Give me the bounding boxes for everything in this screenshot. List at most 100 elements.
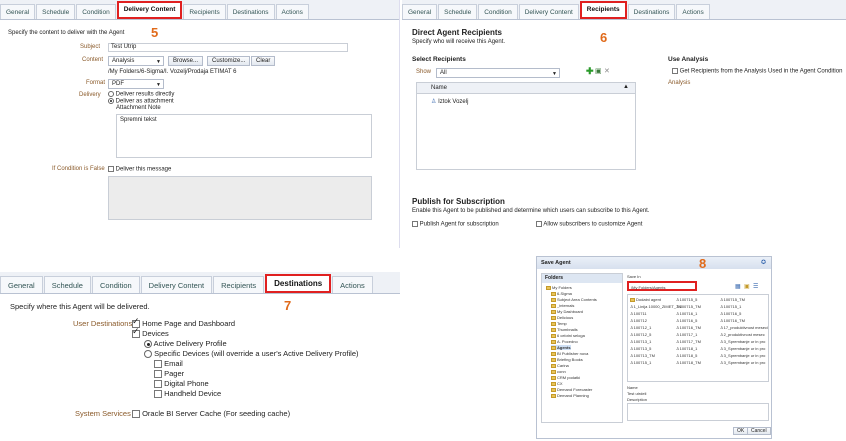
- tab-destinations[interactable]: Destinations: [226, 4, 275, 19]
- list-item[interactable]: ♙100716_TM: [676, 325, 701, 330]
- handheld-option[interactable]: Handheld Device: [154, 389, 221, 399]
- tab-actions[interactable]: Actions: [676, 4, 710, 19]
- tab-schedule[interactable]: Schedule: [36, 4, 76, 19]
- tab-general[interactable]: General: [402, 4, 438, 19]
- name-value[interactable]: Test utrdeli: [627, 391, 646, 396]
- description-textarea[interactable]: [627, 403, 769, 421]
- tab-recipients[interactable]: Recipients: [579, 1, 627, 19]
- format-select[interactable]: PDF ▼: [108, 79, 164, 89]
- digital-phone-option[interactable]: Digital Phone: [154, 379, 209, 389]
- tab-condition[interactable]: Condition: [91, 276, 140, 293]
- list-item[interactable]: ♙3_Sprembanje ur in pro: [720, 353, 765, 358]
- list-item[interactable]: ♙100718_1: [676, 346, 697, 351]
- list-item[interactable]: ♙100718_TM: [676, 360, 701, 365]
- deliver-message-option[interactable]: Deliver this message: [108, 166, 171, 173]
- tree-item[interactable]: _internals: [551, 303, 574, 308]
- list-item[interactable]: ♙17_produktivnost meseci: [720, 325, 768, 330]
- tree-item[interactable]: My Dashboard: [551, 309, 583, 314]
- radio-icon[interactable]: [108, 91, 114, 97]
- tree-item[interactable]: Briefing Books: [551, 357, 583, 362]
- devices-option[interactable]: Devices: [132, 326, 169, 339]
- ok-button[interactable]: OK: [733, 427, 749, 435]
- new-folder-icon[interactable]: ▣: [744, 283, 750, 290]
- remove-recipient-icon[interactable]: ✕: [604, 67, 610, 75]
- tab-general[interactable]: General: [0, 4, 36, 19]
- list-item[interactable]: ♙100717_TM: [676, 339, 701, 344]
- list-item[interactable]: ♙ Iztok Vozelj: [431, 98, 468, 105]
- tree-item[interactable]: BI Publisher nova: [551, 351, 588, 356]
- tree-item[interactable]: Temp: [551, 321, 567, 326]
- checkbox-icon[interactable]: [412, 221, 418, 227]
- list-item[interactable]: ♙3_Sprembanje ur in pro: [720, 346, 765, 351]
- checkbox-icon[interactable]: [154, 370, 162, 379]
- tree-item[interactable]: 6-Sigma: [551, 291, 572, 296]
- checkbox-icon[interactable]: [154, 360, 162, 369]
- list-item[interactable]: ♙100716_TM: [720, 318, 745, 323]
- list-view-icon[interactable]: ☰: [753, 283, 758, 290]
- list-item[interactable]: ♙100712: [630, 318, 647, 323]
- radio-icon[interactable]: [144, 350, 152, 359]
- tree-item[interactable]: Subject Area Contents: [551, 297, 597, 302]
- checkbox-icon[interactable]: [536, 221, 542, 227]
- show-select[interactable]: All ▼: [436, 68, 560, 78]
- radio-selected-icon[interactable]: [144, 340, 152, 349]
- list-item[interactable]: ♙100713_1: [630, 339, 651, 344]
- view-icon[interactable]: ▦: [735, 283, 741, 290]
- add-recipient-icon[interactable]: ✚: [586, 66, 594, 77]
- sort-icon[interactable]: ▲: [623, 84, 629, 90]
- cancel-button[interactable]: Cancel: [747, 427, 771, 435]
- save-in-path-input[interactable]: /My Folders/Agents: [627, 281, 697, 291]
- tab-delivery-content[interactable]: Delivery Content: [140, 276, 213, 293]
- checkbox-icon[interactable]: [108, 166, 114, 172]
- radio-selected-icon[interactable]: [108, 98, 114, 104]
- list-item[interactable]: ♙100712_5: [630, 332, 651, 337]
- list-item[interactable]: ♙100716_5: [676, 318, 697, 323]
- home-dashboard-option[interactable]: Home Page and Dashboard: [132, 316, 235, 329]
- list-item[interactable]: ♙100711: [630, 311, 647, 316]
- tree-item[interactable]: 6 celotni seloga: [551, 333, 585, 338]
- tree-item[interactable]: CX: [551, 381, 563, 386]
- checkbox-checked-icon[interactable]: [132, 326, 140, 339]
- help-icon[interactable]: ✪: [761, 259, 766, 266]
- tab-schedule[interactable]: Schedule: [43, 276, 91, 293]
- tree-item[interactable]: Delicious: [551, 315, 573, 320]
- tab-condition[interactable]: Condition: [76, 4, 116, 19]
- use-analysis-option[interactable]: Get Recipients from the Analysis Used in…: [672, 68, 842, 75]
- tab-destinations[interactable]: Destinations: [627, 4, 676, 19]
- list-item[interactable]: ♙3_Sprembanje ur in pro: [720, 339, 765, 344]
- tab-recipients[interactable]: Recipients: [183, 4, 226, 19]
- deliver-attachment-option[interactable]: Deliver as attachment: [108, 98, 174, 105]
- tree-item[interactable]: A. Pocedno: [551, 339, 578, 344]
- tab-schedule[interactable]: Schedule: [438, 4, 478, 19]
- list-item[interactable]: Dodatni agent: [630, 297, 661, 302]
- tree-item[interactable]: Demand Planning: [551, 393, 589, 398]
- tab-actions[interactable]: Actions: [332, 276, 373, 293]
- specific-devices-option[interactable]: Specific Devices (will override a user's…: [144, 349, 359, 359]
- tree-item[interactable]: conn: [551, 369, 566, 374]
- list-item[interactable]: ♙100713_TM: [630, 353, 655, 358]
- tree-root[interactable]: My Folders: [546, 285, 572, 290]
- tab-delivery-content[interactable]: Delivery Content: [116, 1, 183, 19]
- analysis-link[interactable]: Analysis: [668, 80, 690, 86]
- tree-item[interactable]: Carina: [551, 363, 569, 368]
- clear-button[interactable]: Clear: [251, 56, 276, 66]
- bi-cache-option[interactable]: Oracle BI Server Cache (For seeding cach…: [132, 409, 290, 419]
- active-profile-option[interactable]: Active Delivery Profile: [144, 339, 227, 349]
- list-item[interactable]: ♙2_produktivnost mesec: [720, 332, 765, 337]
- list-item[interactable]: ♙100715_5: [676, 297, 697, 302]
- subject-input[interactable]: Test Utrip: [108, 43, 348, 52]
- content-select[interactable]: Analysis ▼: [108, 56, 164, 66]
- list-item[interactable]: ♙100716_5: [720, 311, 741, 316]
- deliver-directly-option[interactable]: Deliver results directly: [108, 91, 174, 98]
- list-item[interactable]: ♙100715_TM: [676, 304, 701, 309]
- tab-actions[interactable]: Actions: [275, 4, 309, 19]
- attachment-note-textarea[interactable]: Spremni tekst: [116, 114, 372, 158]
- name-column-header[interactable]: Name: [431, 85, 447, 91]
- tab-delivery-content[interactable]: Delivery Content: [518, 4, 579, 19]
- tree-item[interactable]: Demand Forecaster: [551, 387, 592, 392]
- list-item[interactable]: ♙100718_5: [676, 353, 697, 358]
- publish-agent-option[interactable]: Publish Agent for subscription: [412, 221, 499, 228]
- checkbox-icon[interactable]: [154, 380, 162, 389]
- list-item[interactable]: ♙100713_5: [630, 346, 651, 351]
- tab-condition[interactable]: Condition: [478, 4, 518, 19]
